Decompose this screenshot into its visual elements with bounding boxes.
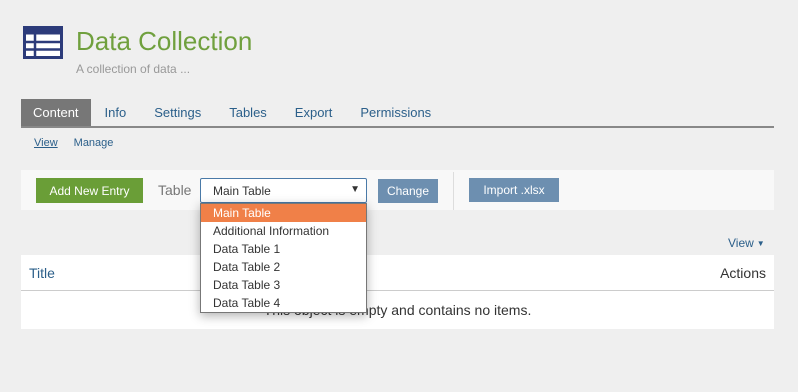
import-xlsx-button[interactable]: Import .xlsx — [469, 178, 559, 202]
table-label: Table — [158, 182, 192, 198]
dropdown-option-data-table-3[interactable]: Data Table 3 — [201, 276, 366, 294]
change-button[interactable]: Change — [378, 179, 438, 203]
tab-content[interactable]: Content — [21, 99, 91, 126]
sub-navigation: View Manage — [34, 137, 113, 149]
empty-message: This object is empty and contains no ite… — [263, 302, 532, 318]
subnav-view[interactable]: View — [34, 137, 58, 149]
tab-export[interactable]: Export — [281, 99, 347, 126]
tab-bar: Content Info Settings Tables Export Perm… — [21, 99, 774, 128]
table-select-dropdown: Main Table Additional Information Data T… — [200, 203, 367, 313]
table-select[interactable]: Main Table ▼ — [200, 178, 367, 203]
dropdown-option-main-table[interactable]: Main Table — [201, 204, 366, 222]
add-new-entry-button[interactable]: Add New Entry — [36, 178, 143, 203]
dropdown-option-data-table-1[interactable]: Data Table 1 — [201, 240, 366, 258]
column-header-title[interactable]: Title — [29, 265, 55, 281]
view-menu-label: View — [728, 236, 754, 250]
tab-info[interactable]: Info — [91, 99, 141, 126]
subnav-manage[interactable]: Manage — [74, 137, 114, 149]
listing-header: Title Actions — [21, 255, 774, 291]
table-icon — [23, 26, 63, 59]
page-title: Data Collection — [76, 26, 253, 56]
column-header-actions: Actions — [720, 265, 766, 281]
dropdown-option-data-table-4[interactable]: Data Table 4 — [201, 294, 366, 312]
toolbar-divider — [453, 172, 454, 210]
toolbar: Add New Entry Table Main Table ▼ Change … — [21, 170, 774, 210]
table-select-value: Main Table — [213, 183, 271, 198]
dropdown-arrow-icon: ▼ — [350, 184, 360, 195]
tab-permissions[interactable]: Permissions — [346, 99, 445, 126]
dropdown-option-data-table-2[interactable]: Data Table 2 — [201, 258, 366, 276]
caret-down-icon: ▼ — [756, 238, 765, 248]
tab-tables[interactable]: Tables — [215, 99, 281, 126]
listing-table: Title Actions This object is empty and c… — [21, 255, 774, 329]
page-description: A collection of data ... — [76, 62, 191, 76]
view-menu[interactable]: View ▼ — [728, 236, 765, 250]
dropdown-option-additional-information[interactable]: Additional Information — [201, 222, 366, 240]
tab-settings[interactable]: Settings — [140, 99, 215, 126]
